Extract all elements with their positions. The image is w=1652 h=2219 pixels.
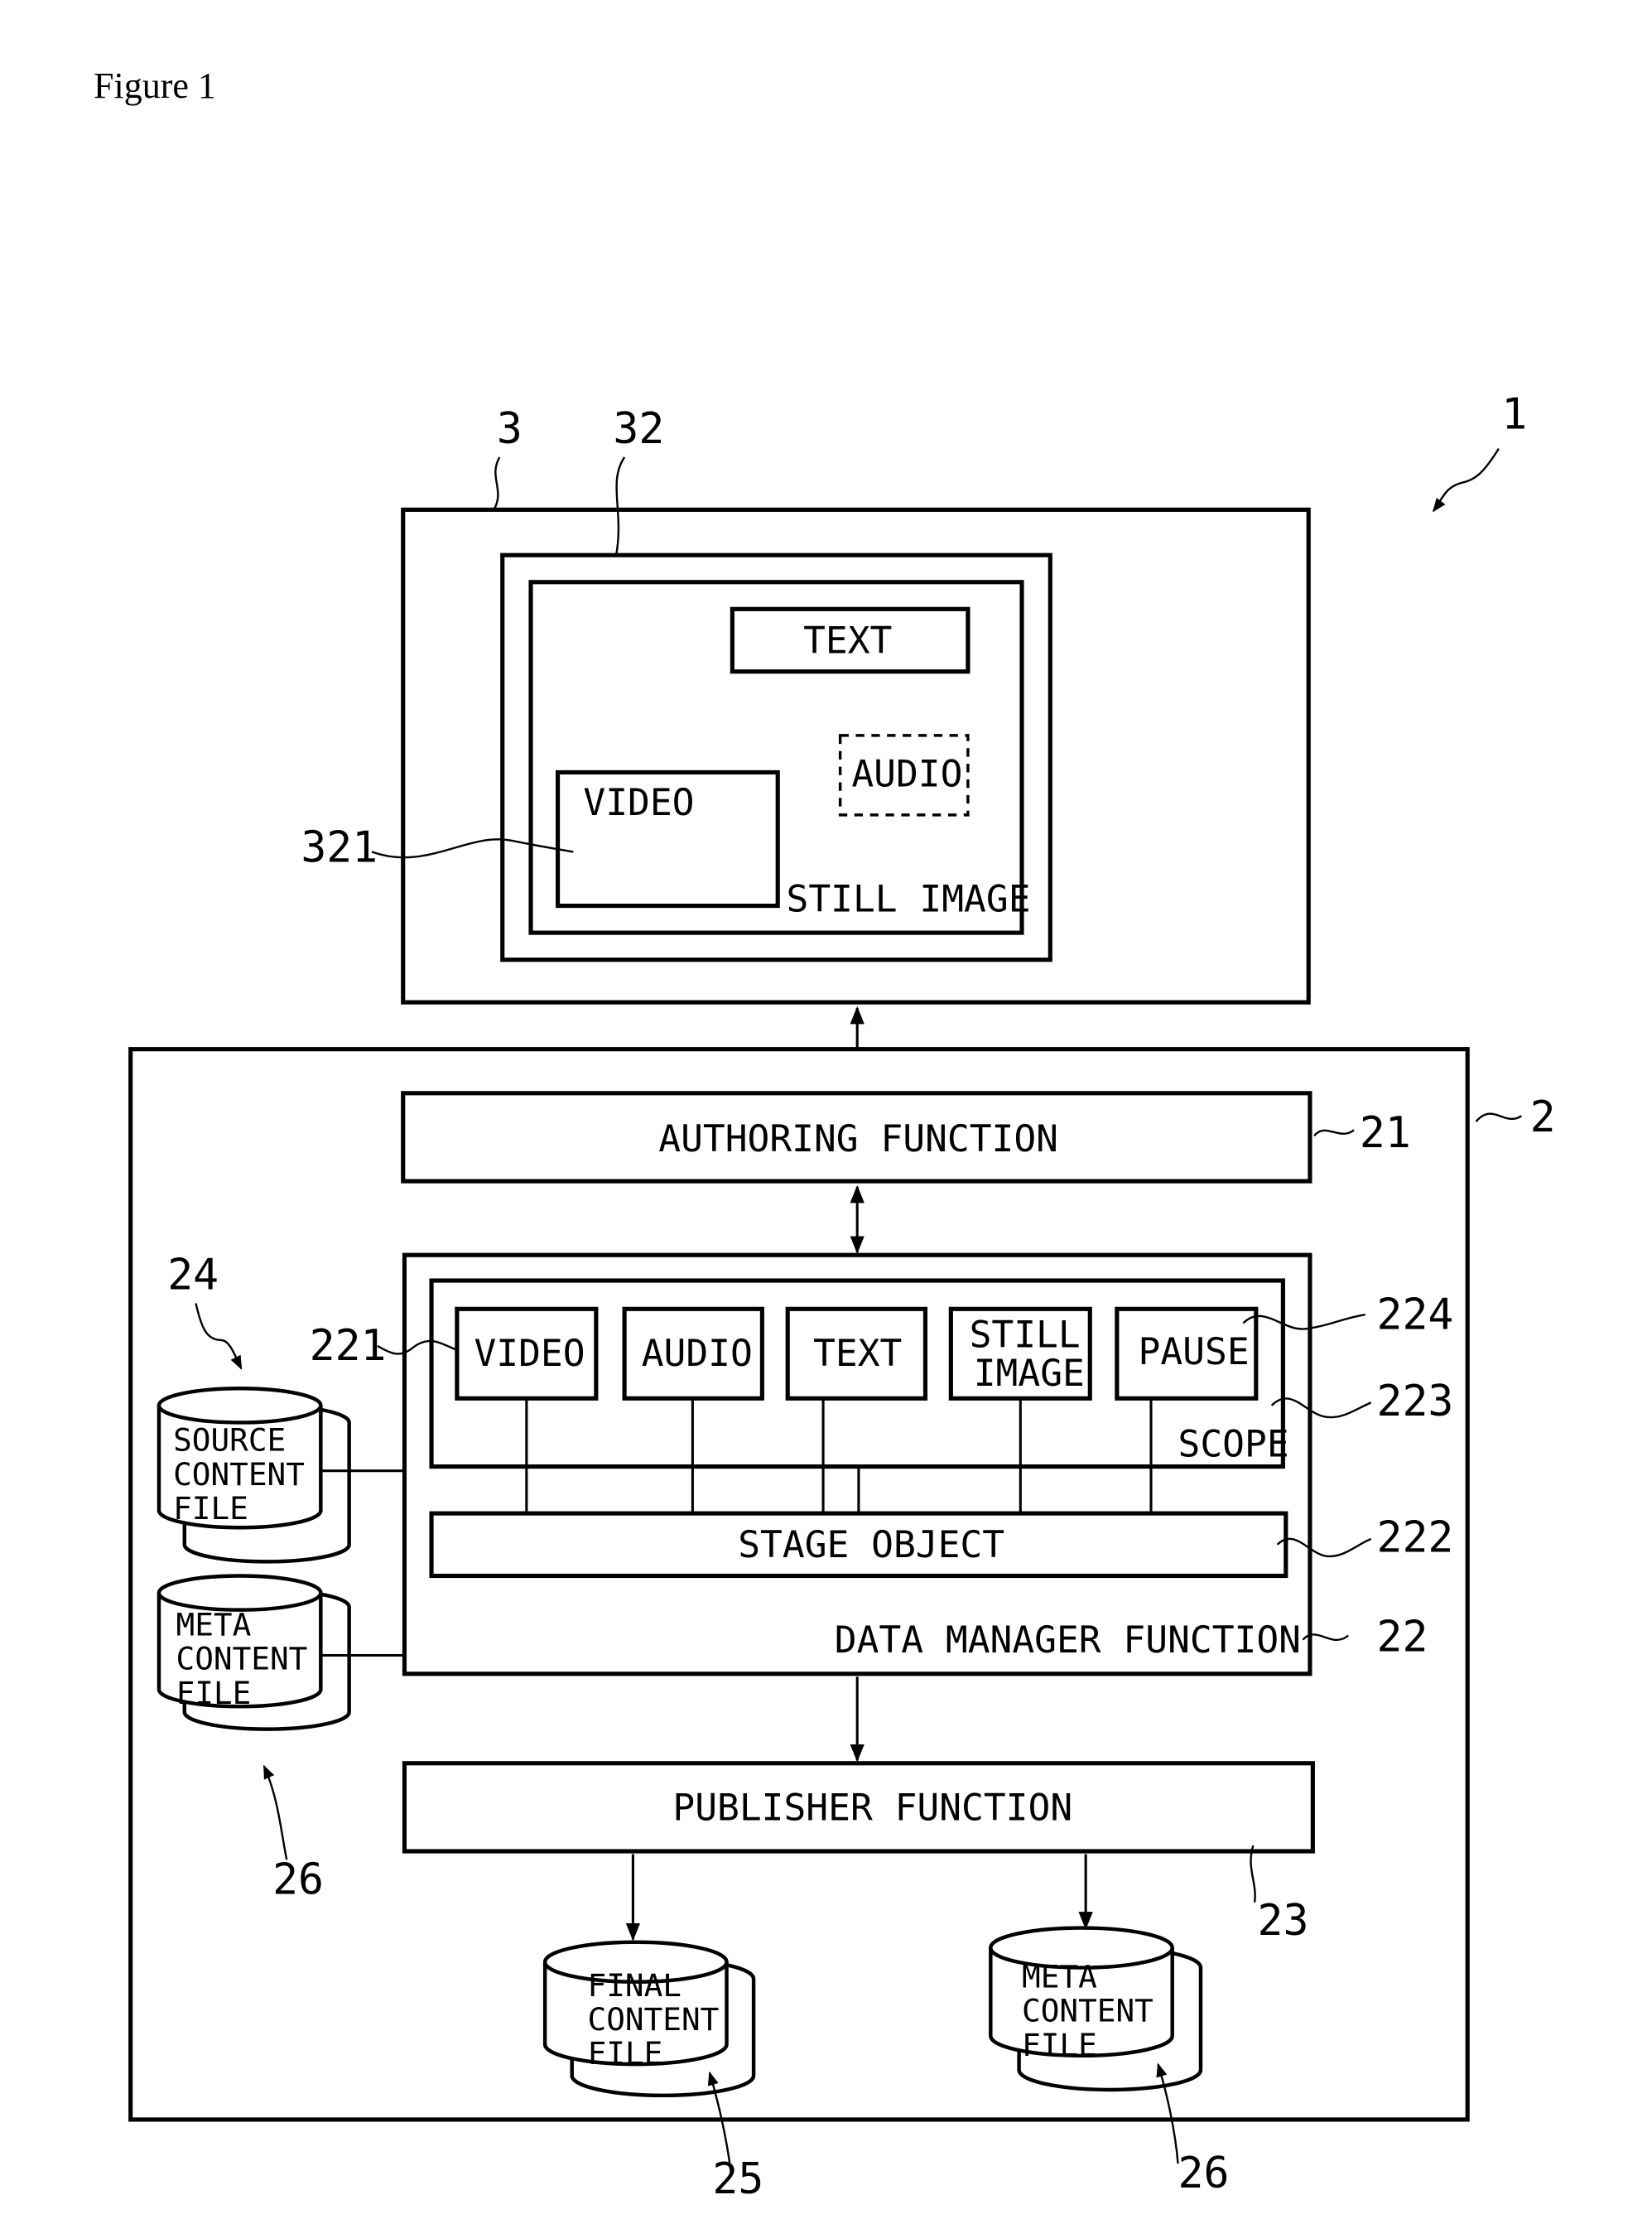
ref-223: 223 (1377, 1377, 1454, 1426)
ref-22: 22 (1377, 1612, 1428, 1662)
final-file-line-2: CONTENT (588, 2001, 720, 2038)
db-top (157, 1387, 323, 1425)
meta-output-line-1: META (1022, 1959, 1097, 1995)
meta-content-file-output-db[interactable]: META CONTENT FILE (989, 1926, 1203, 2092)
meta-input-line-1: META (176, 1607, 252, 1643)
scope-object-still-image-label-1: STILL (970, 1314, 1081, 1357)
meta-output-line-3: FILE (1022, 2027, 1097, 2063)
ref-24: 24 (167, 1250, 219, 1300)
ref-1-arrow-icon (1433, 448, 1500, 513)
scope-object-video-label: VIDEO (474, 1332, 585, 1375)
scope-object-still-image-label-2: IMAGE (974, 1352, 1085, 1395)
source-content-file-db[interactable]: SOURCE CONTENT FILE (157, 1387, 351, 1564)
source-file-line-3: FILE (173, 1490, 248, 1527)
source-file-line-2: CONTENT (173, 1456, 305, 1493)
ref-26-input: 26 (272, 1855, 324, 1904)
video-object-label: VIDEO (583, 781, 694, 824)
final-file-line-1: FINAL (588, 1967, 682, 2004)
ref-222: 222 (1377, 1512, 1454, 1562)
ref-3: 3 (497, 404, 523, 454)
text-object-label: TEXT (803, 619, 892, 662)
db-top (157, 1574, 323, 1612)
ref-224: 224 (1377, 1290, 1454, 1339)
ref-321: 321 (301, 822, 378, 872)
ref-21: 21 (1360, 1108, 1411, 1158)
ref-26-output: 26 (1178, 2149, 1230, 2198)
stage-object-label: STAGE OBJECT (738, 1523, 1004, 1566)
data-manager-label: DATA MANAGER FUNCTION (835, 1618, 1301, 1662)
scope-object-audio-label: AUDIO (642, 1332, 753, 1375)
ref-25: 25 (712, 2154, 763, 2204)
scope-object-pause-label: PAUSE (1139, 1330, 1250, 1373)
system-diagram: 1 3 32 STILL IMAGE TEXT AUDIO VIDEO 321 … (128, 390, 1556, 2204)
ref-32: 32 (613, 404, 664, 454)
meta-content-file-input-db[interactable]: META CONTENT FILE (157, 1574, 351, 1731)
system-reference: 1 (1433, 390, 1527, 513)
ref-3-leader (493, 456, 501, 510)
meta-input-line-2: CONTENT (176, 1641, 308, 1677)
meta-input-line-3: FILE (176, 1675, 252, 1711)
ref-2-leader (1475, 1112, 1522, 1122)
audio-object-label: AUDIO (851, 753, 962, 796)
ref-2: 2 (1530, 1093, 1556, 1142)
scope-object-text-label: TEXT (813, 1332, 902, 1375)
display-device: 3 32 STILL IMAGE TEXT AUDIO VIDEO 321 (301, 404, 1311, 1005)
scope-label: SCOPE (1178, 1423, 1289, 1466)
ref-221: 221 (310, 1321, 387, 1371)
authoring-tool: 2 AUTHORING FUNCTION 21 DATA MANAGER FUN… (128, 1047, 1556, 2204)
source-file-line-1: SOURCE (173, 1422, 286, 1459)
final-file-line-3: FILE (588, 2035, 663, 2072)
final-content-file-db[interactable]: FINAL CONTENT FILE (542, 1940, 756, 2098)
ref-1: 1 (1501, 390, 1527, 440)
still-image-label: STILL IMAGE (787, 877, 1031, 920)
meta-output-line-2: CONTENT (1022, 1993, 1154, 2029)
authoring-function-label: AUTHORING FUNCTION (658, 1117, 1058, 1160)
publisher-function-label: PUBLISHER FUNCTION (672, 1786, 1072, 1829)
ref-23: 23 (1258, 1896, 1309, 1946)
